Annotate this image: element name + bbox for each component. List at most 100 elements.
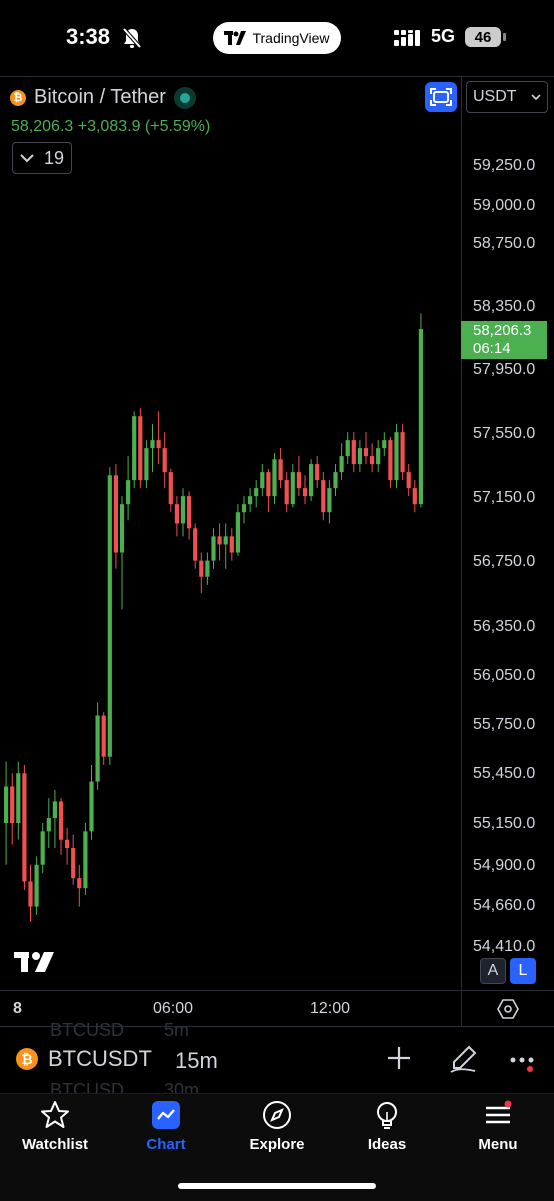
candle-up xyxy=(4,786,9,824)
tab-ideas[interactable]: Ideas xyxy=(332,1100,442,1153)
price-tick: 56,350.0 xyxy=(473,618,536,635)
candle-up xyxy=(241,504,247,513)
candle-down xyxy=(138,416,143,481)
tab-label: Menu xyxy=(478,1136,518,1153)
candle-down xyxy=(58,801,64,840)
price-tick: 56,050.0 xyxy=(473,667,536,684)
candle-up xyxy=(248,496,253,505)
app-badge-label: TradingView xyxy=(252,30,330,46)
time-tick: 06:00 xyxy=(153,1000,194,1017)
candlestick-chart[interactable] xyxy=(0,77,461,989)
symbol-search-button[interactable]: ₿ BTCUSDT xyxy=(16,1046,152,1072)
price-tick: 57,950.0 xyxy=(473,361,536,378)
tab-menu[interactable]: Menu xyxy=(443,1100,553,1153)
candle-up xyxy=(95,715,100,782)
candle-up xyxy=(309,464,314,497)
price-tick: 55,750.0 xyxy=(473,716,536,733)
chart-icon xyxy=(152,1101,180,1129)
more-options-icon[interactable] xyxy=(509,1052,537,1072)
candle-up xyxy=(40,831,45,865)
candle-up xyxy=(89,781,94,832)
log-scale-button[interactable]: L xyxy=(510,958,536,984)
candle-up xyxy=(132,416,137,481)
compass-icon xyxy=(263,1101,291,1129)
interval-button[interactable]: 15m xyxy=(175,1048,218,1074)
plus-icon[interactable] xyxy=(386,1045,412,1071)
battery-tip xyxy=(503,33,506,41)
candle-down xyxy=(284,480,289,505)
candle-down xyxy=(351,440,356,465)
bell-muted-icon xyxy=(122,27,142,49)
battery-indicator: 46 xyxy=(465,27,501,47)
last-price-label: 58,206.3 06:14 xyxy=(461,321,547,359)
candle-up xyxy=(211,536,216,561)
bitcoin-icon: ₿ xyxy=(16,1048,38,1070)
candle-down xyxy=(370,456,375,465)
last-price-value: 58,206.3 xyxy=(473,322,532,339)
symbol-ticker: BTCUSDT xyxy=(48,1046,152,1071)
tab-watchlist[interactable]: Watchlist xyxy=(0,1100,110,1153)
tab-chart[interactable]: Chart xyxy=(111,1100,221,1153)
candle-up xyxy=(144,448,149,481)
candle-down xyxy=(71,848,76,879)
chart-settings-icon[interactable] xyxy=(497,998,519,1020)
candle-down xyxy=(28,881,33,907)
lightbulb-icon xyxy=(377,1102,397,1129)
price-tick: 57,150.0 xyxy=(473,489,536,506)
candle-up xyxy=(235,512,240,553)
candle-down xyxy=(321,480,326,513)
status-time: 3:38 xyxy=(66,24,111,49)
candle-up xyxy=(83,831,88,889)
candle-up xyxy=(107,475,112,757)
candle-up xyxy=(339,456,344,473)
tab-explore[interactable]: Explore xyxy=(222,1100,332,1153)
candle-up xyxy=(394,432,399,481)
symbol-picker-ghost-item: BTCUSD 5m xyxy=(50,1020,189,1041)
candle-up xyxy=(119,504,125,553)
menu-icon xyxy=(486,1100,512,1124)
candle-down xyxy=(315,464,320,481)
tradingview-watermark-icon xyxy=(14,952,54,972)
candle-up xyxy=(290,472,295,505)
candle-down xyxy=(168,472,173,505)
candle-up xyxy=(150,440,155,449)
candle-down xyxy=(162,448,167,473)
tab-label: Explore xyxy=(249,1136,305,1153)
candle-down xyxy=(217,536,222,545)
network-type: 5G xyxy=(431,26,456,46)
candle-up xyxy=(327,488,332,513)
price-tick: 58,350.0 xyxy=(473,298,536,315)
price-tick: 54,900.0 xyxy=(473,857,536,874)
time-tick: 8 xyxy=(13,1000,22,1017)
candle-up xyxy=(52,801,57,819)
price-tick: 54,410.0 xyxy=(473,938,536,955)
candle-up xyxy=(333,472,338,489)
auto-scale-button[interactable]: A xyxy=(480,958,506,984)
candle-up xyxy=(16,773,21,824)
candle-down xyxy=(363,448,369,457)
candle-down xyxy=(412,488,417,505)
ghost-interval: 5m xyxy=(164,1020,190,1040)
candle-up xyxy=(254,488,259,497)
price-tick: 55,450.0 xyxy=(473,765,536,782)
tab-label: Chart xyxy=(146,1136,186,1153)
candle-down xyxy=(400,432,405,473)
ghost-ticker: BTCUSD xyxy=(50,1020,125,1040)
bar-countdown: 06:14 xyxy=(473,340,511,357)
candle-up xyxy=(46,818,51,832)
candle-down xyxy=(65,839,70,849)
price-tick: 57,550.0 xyxy=(473,425,536,442)
drawing-tools-icon[interactable] xyxy=(449,1045,477,1073)
tab-label: Watchlist xyxy=(21,1136,89,1153)
app-badge[interactable]: TradingView xyxy=(213,22,341,54)
candle-down xyxy=(229,536,234,553)
candle-down xyxy=(156,440,161,449)
candle-up xyxy=(126,480,131,505)
price-tick: 54,660.0 xyxy=(473,897,536,914)
time-tick: 12:00 xyxy=(310,1000,351,1017)
candle-up xyxy=(382,440,387,449)
candle-down xyxy=(388,440,393,481)
candle-down xyxy=(187,496,192,529)
candle-down xyxy=(266,472,271,497)
candle-up xyxy=(34,864,39,907)
